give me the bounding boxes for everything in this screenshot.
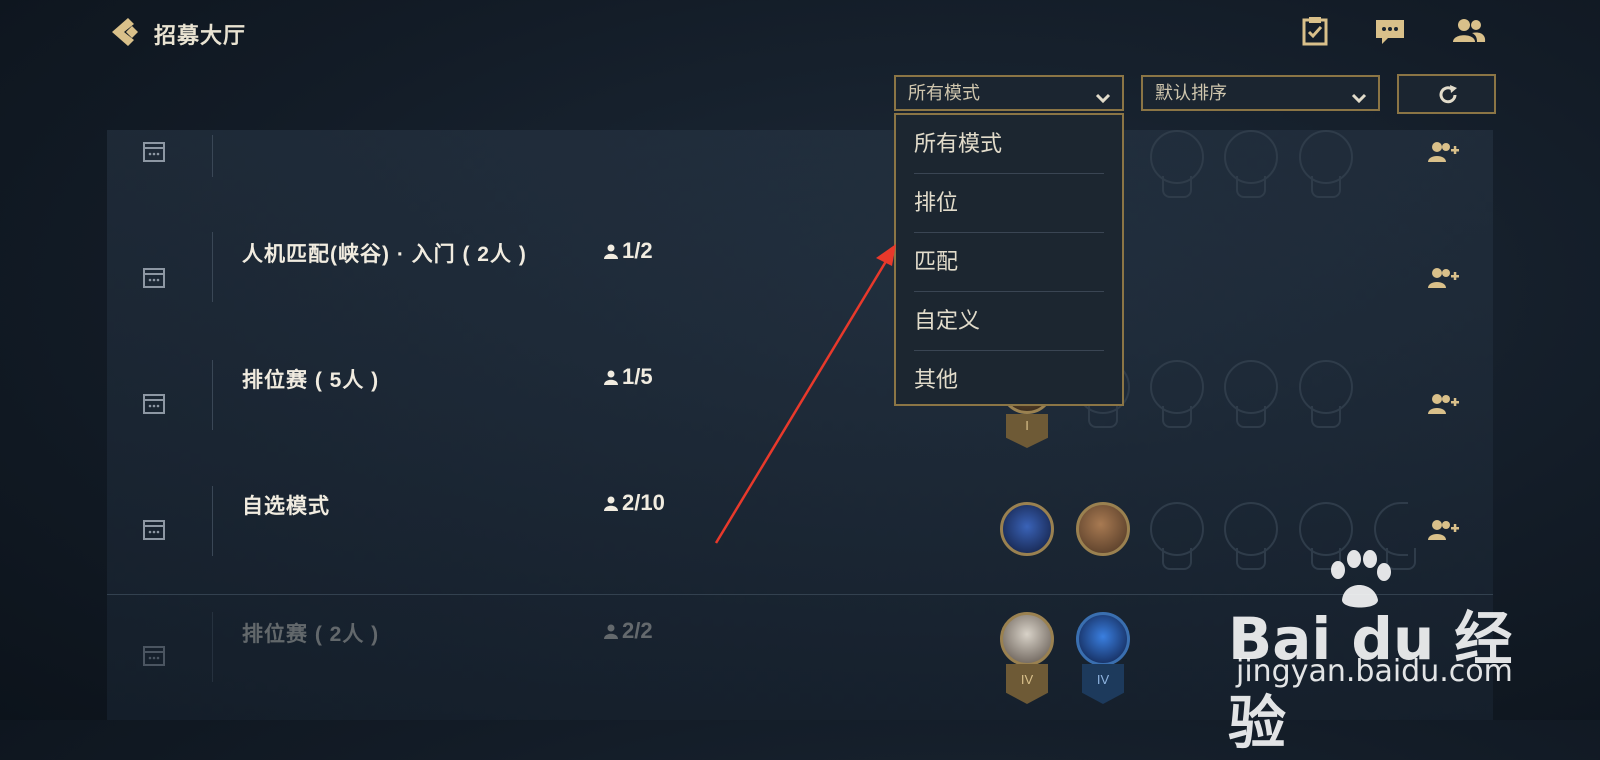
watermark: Bai du 经验 jingyan.baidu.com xyxy=(1228,550,1528,757)
watermark-url: jingyan.baidu.com xyxy=(1236,654,1513,689)
